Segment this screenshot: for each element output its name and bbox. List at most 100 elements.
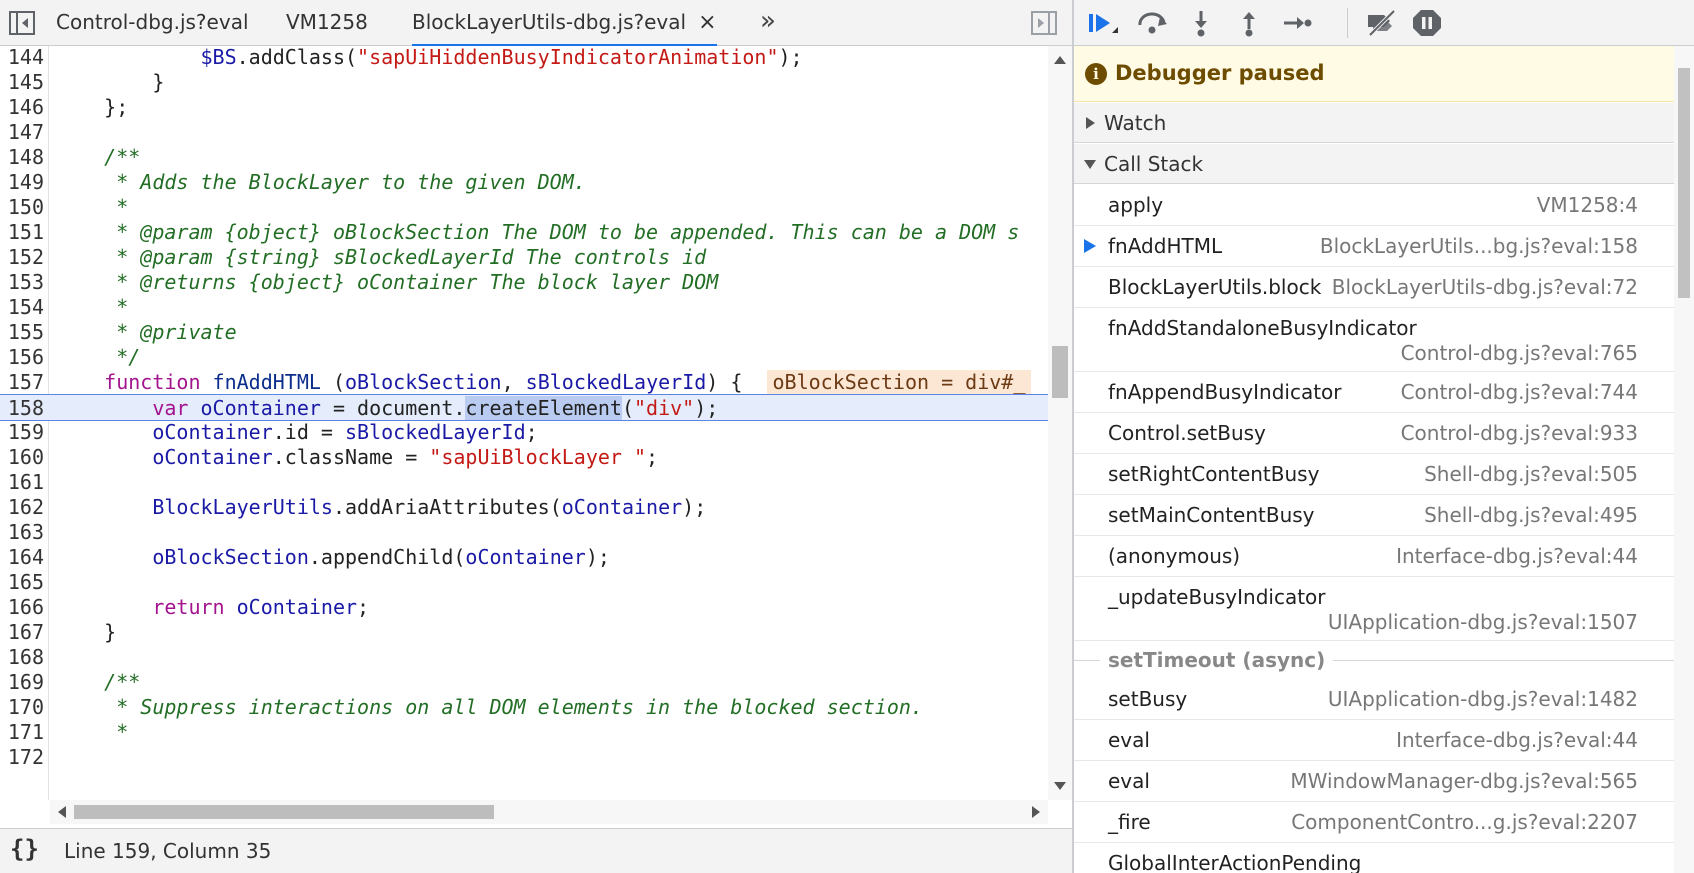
code-line[interactable]: 154 * [0,294,1048,321]
call-frame[interactable]: Control.setBusy Control-dbg.js?eval:933 [1074,413,1674,454]
line-number[interactable]: 165 [0,569,44,596]
file-tab[interactable]: BlockLayerUtils-dbg.js?eval × [412,0,717,46]
line-number[interactable]: 156 [0,344,44,371]
line-number[interactable]: 164 [0,544,44,571]
line-number[interactable]: 146 [0,94,44,121]
call-frame[interactable]: fnAppendBusyIndicator Control-dbg.js?eval… [1074,372,1674,413]
line-number[interactable]: 167 [0,619,44,646]
frame-location-link[interactable]: Shell-dbg.js?eval:495 [1424,503,1638,527]
line-number[interactable]: 169 [0,669,44,696]
sidebar-scroll-thumb[interactable] [1678,68,1690,298]
scroll-down-arrow-icon[interactable] [1054,782,1066,790]
line-number[interactable]: 149 [0,169,44,196]
frame-location-link[interactable]: UIApplication-dbg.js?eval:1482 [1328,687,1638,711]
frame-location-link[interactable]: BlockLayerUtils-dbg.js?eval:72 [1332,275,1638,299]
line-number[interactable]: 159 [0,419,44,446]
line-number[interactable]: 161 [0,469,44,496]
line-number[interactable]: 144 [0,46,44,71]
line-number[interactable]: 147 [0,119,44,146]
line-number[interactable]: 153 [0,269,44,296]
frame-location-link[interactable]: Interface-dbg.js?eval:44 [1396,544,1638,568]
execution-line[interactable]: 158 var oContainer = document.createElem… [0,394,1048,421]
frame-location-link[interactable]: Shell-dbg.js?eval:505 [1424,462,1638,486]
frame-location-link[interactable]: Control-dbg.js?eval:744 [1401,380,1638,404]
line-number[interactable]: 162 [0,494,44,521]
call-frame[interactable]: fnAddStandaloneBusyIndicator Control-dbg.… [1074,308,1674,372]
code-line[interactable]: 172 [0,744,1048,771]
code-line[interactable]: 161 [0,469,1048,496]
scroll-left-arrow-icon[interactable] [58,806,66,818]
step-into-button[interactable] [1184,7,1218,39]
code-line[interactable]: 155 * @private [0,319,1048,346]
editor-horizontal-scrollbar[interactable] [50,800,1048,824]
watch-section-header[interactable]: Watch [1074,103,1674,143]
line-number[interactable]: 166 [0,594,44,621]
scroll-right-arrow-icon[interactable] [1032,806,1040,818]
file-tab[interactable]: Control-dbg.js?eval [56,0,249,45]
step-out-button[interactable] [1232,7,1266,39]
call-frame[interactable]: _fire ComponentContro...g.js?eval:2207 [1074,802,1674,843]
code-line[interactable]: 159 oContainer.id = sBlockedLayerId; [0,419,1048,446]
code-line[interactable]: 170 * Suppress interactions on all DOM e… [0,694,1048,721]
code-line[interactable]: 151 * @param {object} oBlockSection The … [0,219,1048,246]
line-number[interactable]: 155 [0,319,44,346]
line-number[interactable]: 152 [0,244,44,271]
line-number[interactable]: 171 [0,719,44,746]
code-line[interactable]: 150 * [0,194,1048,221]
frame-location-link[interactable]: Interface-dbg.js?eval:44 [1396,728,1638,752]
frame-location-link[interactable]: VM1258:4 [1537,193,1638,217]
code-line[interactable]: 146 }; [0,94,1048,121]
call-frame[interactable]: setRightContentBusy Shell-dbg.js?eval:505 [1074,454,1674,495]
step-over-button[interactable] [1136,7,1170,39]
code-line[interactable]: 164 oBlockSection.appendChild(oContainer… [0,544,1048,571]
pretty-print-button[interactable]: {} [10,835,39,863]
line-number[interactable]: 157 [0,369,44,396]
code-line[interactable]: 149 * Adds the BlockLayer to the given D… [0,169,1048,196]
resume-button[interactable] [1086,7,1120,39]
code-line[interactable]: 166 return oContainer; [0,594,1048,621]
code-line[interactable]: 169 /** [0,669,1048,696]
file-tab[interactable]: VM1258 [286,0,368,45]
code-line[interactable]: 152 * @param {string} sBlockedLayerId Th… [0,244,1048,271]
code-line[interactable]: 156 */ [0,344,1048,371]
line-number[interactable]: 158 [0,395,44,422]
code-line[interactable]: 167 } [0,619,1048,646]
code-line[interactable]: 144 $BS.addClass("sapUiHiddenBusyIndicat… [0,46,1048,71]
frame-location-link[interactable]: UIApplication-dbg.js?eval:1507 [1328,610,1638,634]
frame-location-link[interactable]: Control-dbg.js?eval:765 [1401,341,1638,365]
call-frame[interactable]: GlobalInterActionPending [1074,843,1674,873]
editor-vertical-scrollbar[interactable] [1048,46,1072,800]
call-frame[interactable]: eval MWindowManager-dbg.js?eval:565 [1074,761,1674,802]
call-frame[interactable]: BlockLayerUtils.block BlockLayerUtils-dbg… [1074,267,1674,308]
sidebar-scrollbar[interactable] [1674,46,1694,873]
frame-location-link[interactable]: MWindowManager-dbg.js?eval:565 [1290,769,1638,793]
line-number[interactable]: 170 [0,694,44,721]
call-frame[interactable]: eval Interface-dbg.js?eval:44 [1074,720,1674,761]
call-frame[interactable]: apply VM1258:4 [1074,185,1674,226]
editor-vertical-scroll-thumb[interactable] [1052,346,1068,398]
scroll-up-arrow-icon[interactable] [1054,56,1066,64]
step-button[interactable] [1280,7,1314,39]
frame-location-link[interactable]: BlockLayerUtils...bg.js?eval:158 [1320,234,1638,258]
code-line[interactable]: 168 [0,644,1048,671]
line-number[interactable]: 150 [0,194,44,221]
line-number[interactable]: 148 [0,144,44,171]
line-number[interactable]: 145 [0,69,44,96]
call-frame[interactable]: setMainContentBusy Shell-dbg.js?eval:495 [1074,495,1674,536]
line-number[interactable]: 151 [0,219,44,246]
frame-location-link[interactable]: Control-dbg.js?eval:933 [1401,421,1638,445]
code-line[interactable]: 157 function fnAddHTML (oBlockSection, s… [0,369,1048,396]
line-number[interactable]: 172 [0,744,44,771]
call-frame[interactable]: _updateBusyIndicator UIApplication-dbg.js… [1074,577,1674,641]
code-line[interactable]: 162 BlockLayerUtils.addAriaAttributes(oC… [0,494,1048,521]
code-line[interactable]: 163 [0,519,1048,546]
code-line[interactable]: 147 [0,119,1048,146]
toggle-debugger-sidebar-icon[interactable] [1030,9,1058,37]
code-line[interactable]: 145 } [0,69,1048,96]
code-editor[interactable]: 144 $BS.addClass("sapUiHiddenBusyIndicat… [0,46,1048,800]
call-frame-current[interactable]: fnAddHTML BlockLayerUtils...bg.js?eval:15… [1074,226,1674,267]
line-number[interactable]: 168 [0,644,44,671]
code-line[interactable]: 148 /** [0,144,1048,171]
code-line[interactable]: 160 oContainer.className = "sapUiBlockLa… [0,444,1048,471]
close-tab-icon[interactable]: × [698,0,716,45]
